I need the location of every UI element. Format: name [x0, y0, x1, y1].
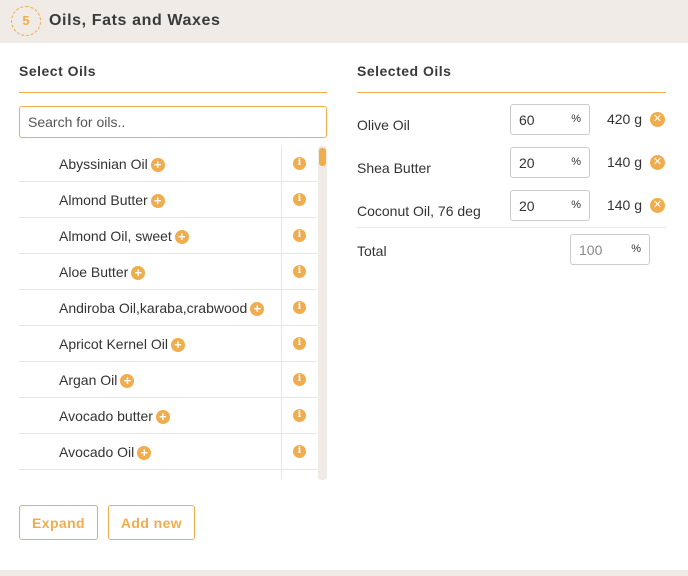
- add-oil-icon[interactable]: +: [137, 446, 152, 460]
- oil-name: Avocado butter: [59, 408, 153, 424]
- expand-button[interactable]: Expand: [19, 505, 98, 540]
- oil-name: Avocado Oil: [59, 444, 135, 460]
- percent-field: %: [510, 104, 590, 135]
- oil-name-cell[interactable]: [19, 470, 282, 480]
- oil-list-item: Avocado Oil + i: [19, 434, 317, 470]
- oil-list-item: Almond Oil, sweet + i: [19, 218, 317, 254]
- selected-oil-name: Shea Butter: [357, 160, 431, 176]
- selected-oil-row: Olive Oil % 420 g ✕: [357, 104, 666, 147]
- add-oil-icon[interactable]: +: [120, 374, 135, 388]
- percent-input[interactable]: [511, 105, 566, 134]
- info-icon[interactable]: i: [293, 265, 306, 278]
- remove-oil-icon[interactable]: ✕: [650, 112, 665, 127]
- step-number-badge: 5: [11, 6, 41, 36]
- info-icon[interactable]: i: [293, 373, 306, 386]
- oil-name-cell[interactable]: Aloe Butter +: [19, 254, 282, 290]
- add-oil-icon[interactable]: +: [150, 194, 165, 208]
- info-icon[interactable]: i: [293, 409, 306, 422]
- selected-oil-name: Coconut Oil, 76 deg: [357, 203, 481, 219]
- oil-list-item: Almond Butter + i: [19, 182, 317, 218]
- info-icon[interactable]: i: [293, 193, 306, 206]
- oil-name: Almond Butter: [59, 192, 148, 208]
- oil-name: Andiroba Oil,karaba,crabwood: [59, 300, 248, 316]
- oil-name-cell[interactable]: Almond Butter +: [19, 182, 282, 218]
- select-oils-divider: [19, 92, 327, 93]
- oil-list-item: Avocado butter + i: [19, 398, 317, 434]
- oil-list-item: Argan Oil + i: [19, 362, 317, 398]
- add-oil-icon[interactable]: +: [170, 338, 185, 352]
- oil-weight: 420 g: [606, 111, 642, 127]
- oil-list-item: Abyssinian Oil + i: [19, 146, 317, 182]
- oil-name-cell[interactable]: Abyssinian Oil +: [19, 146, 282, 182]
- footer-bar: [0, 570, 688, 576]
- total-input: [571, 235, 626, 264]
- oil-list: Abyssinian Oil + i Almond Butter + i Almon…: [19, 146, 317, 480]
- info-icon[interactable]: i: [293, 337, 306, 350]
- oil-name: Almond Oil, sweet: [59, 228, 172, 244]
- oil-list-item: Andiroba Oil,karaba,crabwood + i: [19, 290, 317, 326]
- percent-sign: %: [571, 199, 581, 211]
- selected-oils-divider: [357, 92, 666, 93]
- oil-weight: 140 g: [606, 197, 642, 213]
- oil-name: Argan Oil: [59, 372, 118, 388]
- select-oils-heading: Select Oils: [19, 63, 97, 79]
- oil-name: Apricot Kernel Oil: [59, 336, 168, 352]
- add-new-button[interactable]: Add new: [108, 505, 195, 540]
- percent-sign: %: [571, 156, 581, 168]
- percent-input[interactable]: [511, 191, 566, 220]
- oil-name-cell[interactable]: Almond Oil, sweet +: [19, 218, 282, 254]
- oil-list-item: Aloe Butter + i: [19, 254, 317, 290]
- add-oil-icon[interactable]: +: [131, 266, 146, 280]
- selected-oils-heading: Selected Oils: [357, 63, 452, 79]
- total-field: %: [570, 234, 650, 265]
- remove-oil-icon[interactable]: ✕: [650, 155, 665, 170]
- remove-oil-icon[interactable]: ✕: [650, 198, 665, 213]
- total-label: Total: [357, 243, 387, 259]
- oil-weight: 140 g: [606, 154, 642, 170]
- info-icon[interactable]: i: [293, 301, 306, 314]
- percent-input[interactable]: [511, 148, 566, 177]
- add-oil-icon[interactable]: +: [155, 410, 170, 424]
- oil-name-cell[interactable]: Andiroba Oil,karaba,crabwood +: [19, 290, 282, 326]
- percent-field: %: [510, 190, 590, 221]
- oil-name-cell[interactable]: Apricot Kernel Oil +: [19, 326, 282, 362]
- oil-search-input[interactable]: [19, 106, 327, 138]
- add-oil-icon[interactable]: +: [150, 158, 165, 172]
- add-oil-icon[interactable]: +: [250, 302, 265, 316]
- oil-name-cell[interactable]: Avocado Oil +: [19, 434, 282, 470]
- info-icon[interactable]: i: [293, 157, 306, 170]
- step-header: 5 Oils, Fats and Waxes: [0, 0, 688, 43]
- total-divider: [357, 227, 666, 228]
- percent-sign: %: [571, 113, 581, 125]
- percent-field: %: [510, 147, 590, 178]
- oil-name-cell[interactable]: Avocado butter +: [19, 398, 282, 434]
- info-icon[interactable]: i: [293, 445, 306, 458]
- oil-list-scrollbar[interactable]: [318, 146, 327, 480]
- oil-name: Abyssinian Oil: [59, 156, 148, 172]
- oil-list-item: [19, 470, 317, 480]
- scrollbar-thumb[interactable]: [319, 148, 326, 166]
- selected-oil-name: Olive Oil: [357, 117, 410, 133]
- info-icon[interactable]: i: [293, 229, 306, 242]
- add-oil-icon[interactable]: +: [174, 230, 189, 244]
- oil-name-cell[interactable]: Argan Oil +: [19, 362, 282, 398]
- oil-list-item: Apricot Kernel Oil + i: [19, 326, 317, 362]
- step-title: Oils, Fats and Waxes: [49, 12, 221, 29]
- percent-sign: %: [631, 243, 641, 255]
- oil-name: Aloe Butter: [59, 264, 129, 280]
- selected-oil-row: Shea Butter % 140 g ✕: [357, 147, 666, 190]
